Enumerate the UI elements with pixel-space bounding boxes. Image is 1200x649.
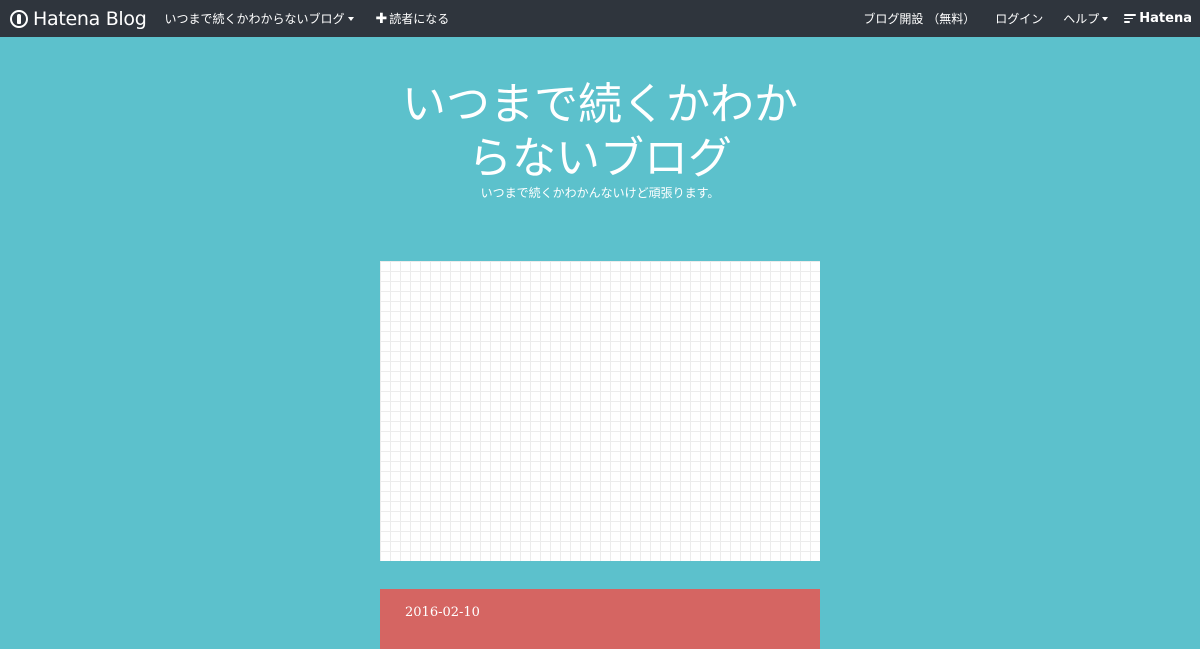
logo-text: Hatena Blog [33, 7, 147, 30]
login-link[interactable]: ログイン [995, 10, 1043, 27]
open-blog-link[interactable]: ブログ開設 （無料） [863, 10, 975, 27]
blog-title[interactable]: いつまで続くかわからないブログ [390, 78, 810, 186]
hatena-wing-icon [1124, 13, 1137, 24]
help-dropdown[interactable]: ヘルプ [1063, 10, 1109, 27]
subscribe-button[interactable]: ✚ 読者になる [376, 10, 450, 27]
hatena-brand-text: Hatena [1139, 11, 1192, 26]
hatena-blog-logo[interactable]: Hatena Blog [10, 8, 147, 30]
entry-card: 2016-02-10 [380, 589, 820, 649]
open-blog-label: ブログ開設 （無料） [863, 12, 976, 26]
blog-header: いつまで続くかわからないブログ いつまで続くかわかんないけど頑張ります。 [0, 78, 1200, 201]
subscribe-label: 読者になる [389, 12, 450, 26]
login-label: ログイン [995, 12, 1044, 26]
plus-icon: ✚ [375, 10, 388, 27]
caret-down-icon [347, 16, 354, 21]
blog-menu-dropdown[interactable]: いつまで続くかわからないブログ [165, 10, 354, 27]
entry-image-placeholder [380, 261, 820, 561]
help-label: ヘルプ [1063, 12, 1100, 26]
hatena-brand-link[interactable]: Hatena [1124, 11, 1192, 26]
blog-menu-label: いつまで続くかわからないブログ [164, 12, 345, 26]
top-navbar: Hatena Blog いつまで続くかわからないブログ ✚ 読者になる ブログ開… [0, 0, 1200, 37]
caret-down-icon [1102, 16, 1109, 21]
entry-date[interactable]: 2016-02-10 [405, 605, 480, 620]
blog-description: いつまで続くかわかんないけど頑張ります。 [480, 186, 720, 200]
navbar-right: ブログ開設 （無料） ログイン ヘルプ Hatena [843, 0, 1192, 37]
navbar-left: Hatena Blog いつまで続くかわからないブログ ✚ 読者になる [10, 0, 471, 37]
hatena-blog-logo-icon [10, 9, 28, 28]
